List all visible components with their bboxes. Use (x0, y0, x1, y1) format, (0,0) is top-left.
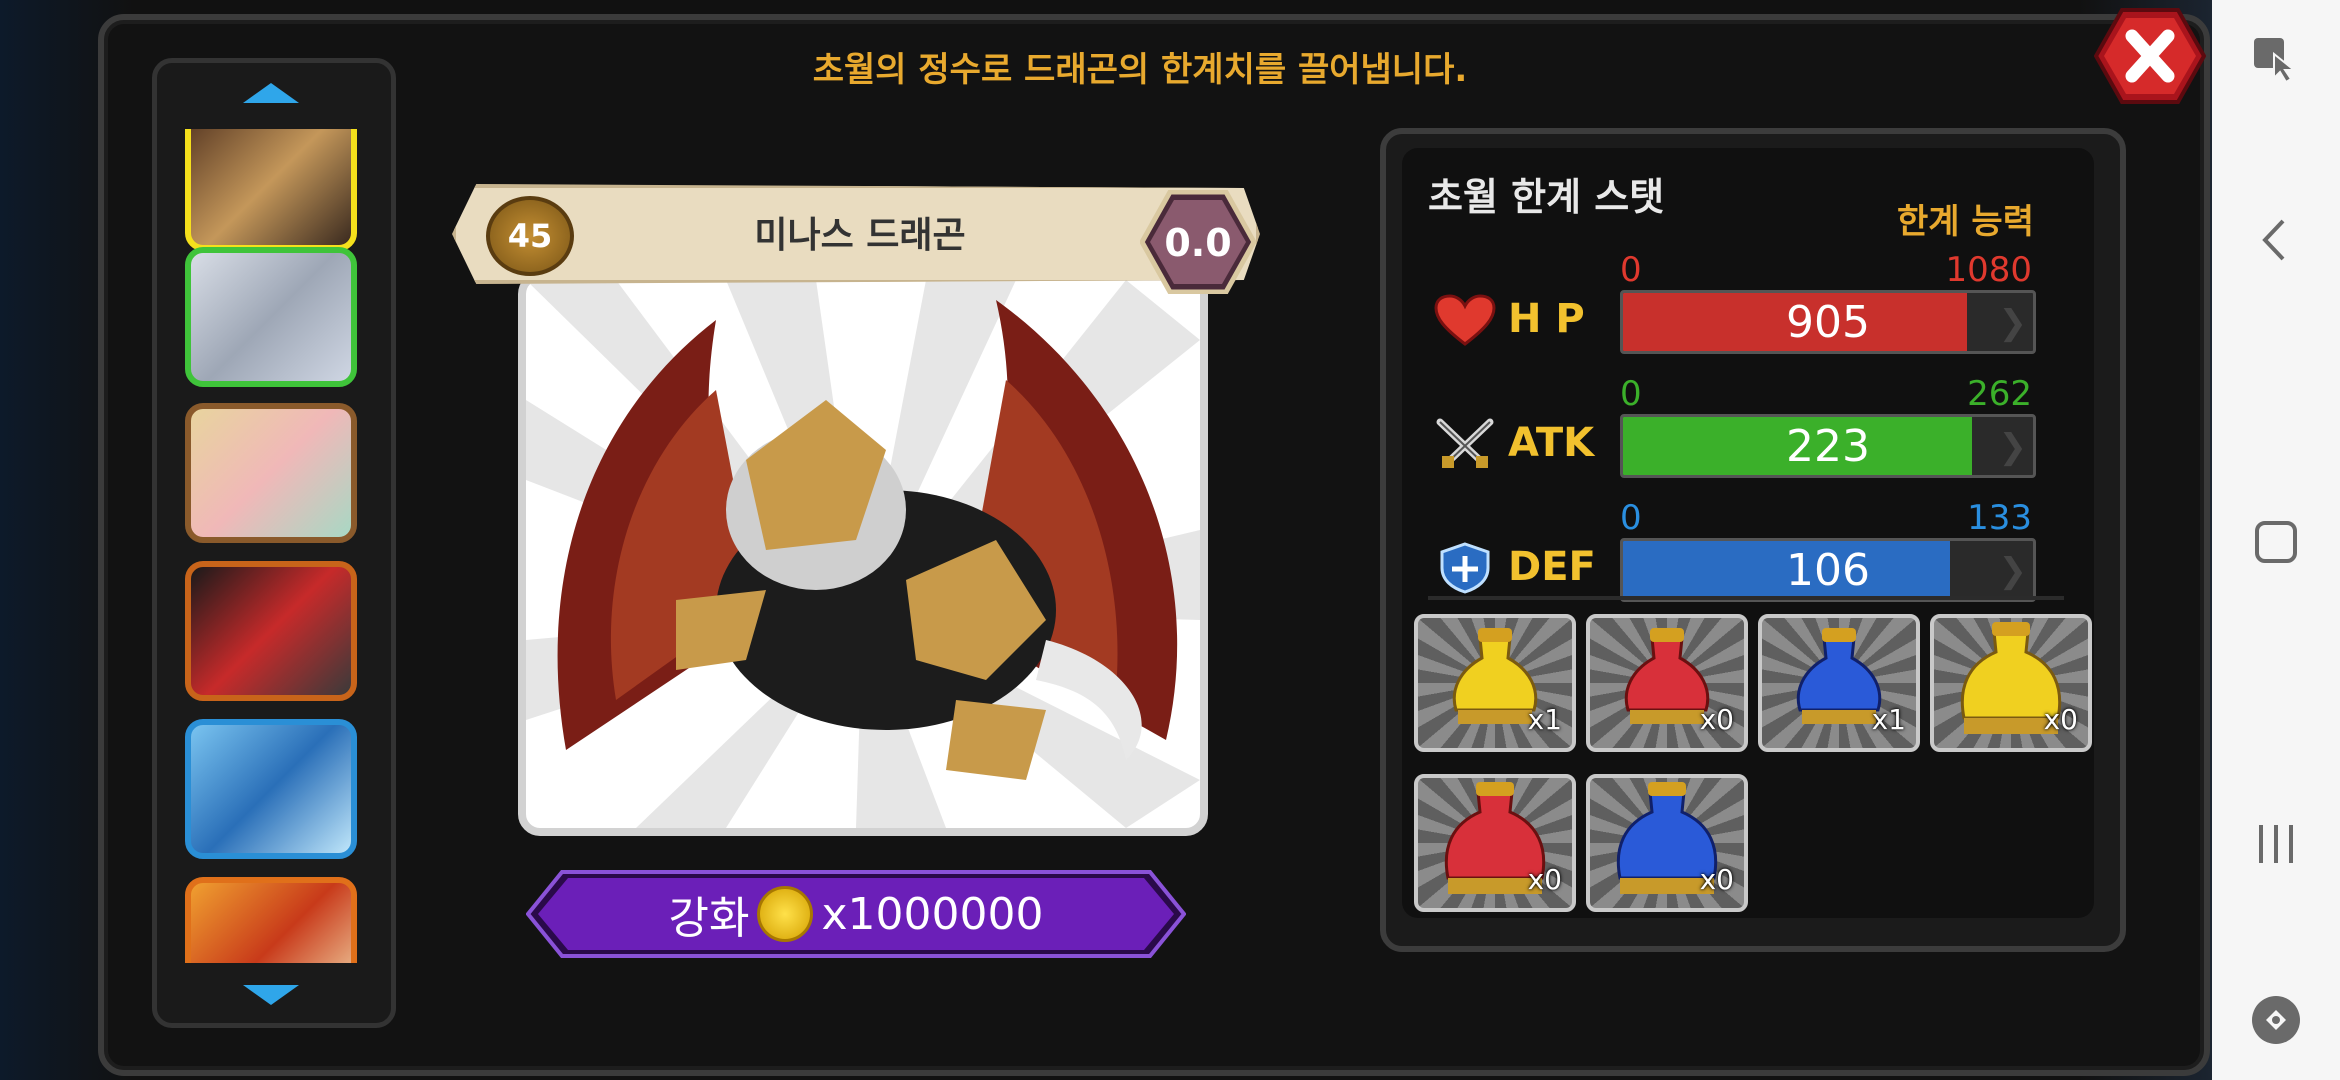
item-count: x1 (1871, 703, 1906, 736)
stat-bar: ❯ 905 (1620, 290, 2036, 354)
stats-divider (1428, 596, 2064, 600)
grade-value: 0.0 (1164, 221, 1231, 265)
stat-row-hp: H P 0 1080 ❯ 905 (1428, 250, 2036, 370)
stat-max: 262 (1967, 374, 2032, 414)
item-slot[interactable]: x0 (1930, 614, 2092, 752)
touch-lock-icon[interactable] (2236, 18, 2316, 98)
stat-value: 106 (1786, 544, 1870, 596)
item-count: x0 (1699, 703, 1734, 736)
scroll-down-arrow-icon[interactable] (243, 985, 299, 1005)
stat-max: 133 (1967, 498, 2032, 538)
item-count: x0 (1527, 863, 1562, 896)
coin-icon (757, 886, 814, 942)
home-icon[interactable] (2236, 502, 2316, 582)
scroll-up-arrow-icon[interactable] (243, 83, 299, 103)
game-launcher-icon[interactable] (2236, 980, 2316, 1060)
enhance-cost: x1000000 (821, 888, 1044, 940)
stat-min: 0 (1620, 498, 1642, 538)
stat-row-def: DEF 0 133 ❯ 106 (1428, 498, 2036, 618)
stat-min: 0 (1620, 250, 1642, 290)
stat-row-atk: ATK 0 262 ❯ 223 (1428, 374, 2036, 494)
item-count: x0 (2043, 703, 2078, 736)
dragon-level-badge: 45 (486, 196, 574, 276)
enhance-button[interactable]: 강화 x1000000 (526, 870, 1186, 958)
panel-title: 초월의 정수로 드래곤의 한계치를 끌어냅니다. (812, 50, 1468, 90)
dragon-name: 미나스 드래곤 (754, 215, 966, 256)
dragon-artwork-icon (526, 280, 1200, 828)
shield-icon (1440, 542, 1490, 594)
dragon-thumbnail-flower[interactable] (185, 403, 357, 543)
enhance-label: 강화 (668, 893, 750, 944)
dragon-thumbnail-list (157, 129, 391, 963)
item-count: x0 (1699, 863, 1734, 896)
dragon-thumbnail-red[interactable] (185, 561, 357, 701)
recent-apps-icon[interactable] (2236, 804, 2316, 884)
item-count: x1 (1527, 703, 1562, 736)
item-slot[interactable]: x0 (1586, 614, 1748, 752)
stat-max: 1080 (1945, 250, 2032, 290)
dragon-list-sidebar (152, 58, 396, 1028)
stat-label: DEF (1508, 544, 1596, 590)
crossed-swords-icon (1436, 418, 1494, 468)
stat-bar: ❯ 106 (1620, 538, 2036, 602)
android-nav-bar (2212, 0, 2340, 1080)
stat-label: H P (1508, 296, 1585, 342)
item-slot[interactable]: x1 (1414, 614, 1576, 752)
stat-value: 905 (1786, 296, 1870, 348)
item-slot[interactable]: x0 (1414, 774, 1576, 912)
transcend-grade-badge: 0.0 (1140, 190, 1256, 294)
stats-subtitle: 한계 능력 (1897, 202, 2034, 242)
dragon-thumbnail-armored[interactable] (185, 129, 357, 251)
enhance-label-group: 강화 x1000000 (526, 870, 1186, 958)
close-icon[interactable] (2094, 6, 2206, 106)
dragon-thumbnail-fire[interactable] (185, 877, 357, 963)
back-icon[interactable] (2236, 200, 2316, 280)
stats-title: 초월 한계 스탯 (1428, 175, 1665, 219)
stat-min: 0 (1620, 374, 1642, 414)
item-slot[interactable]: x0 (1586, 774, 1748, 912)
dragon-portrait (518, 272, 1208, 836)
dragon-thumbnail-ice[interactable] (185, 719, 357, 859)
item-slot[interactable]: x1 (1758, 614, 1920, 752)
stat-bar: ❯ 223 (1620, 414, 2036, 478)
stat-value: 223 (1786, 420, 1870, 472)
heart-icon (1434, 294, 1496, 346)
stat-label: ATK (1508, 420, 1595, 466)
dragon-thumbnail-silver[interactable] (185, 247, 357, 387)
